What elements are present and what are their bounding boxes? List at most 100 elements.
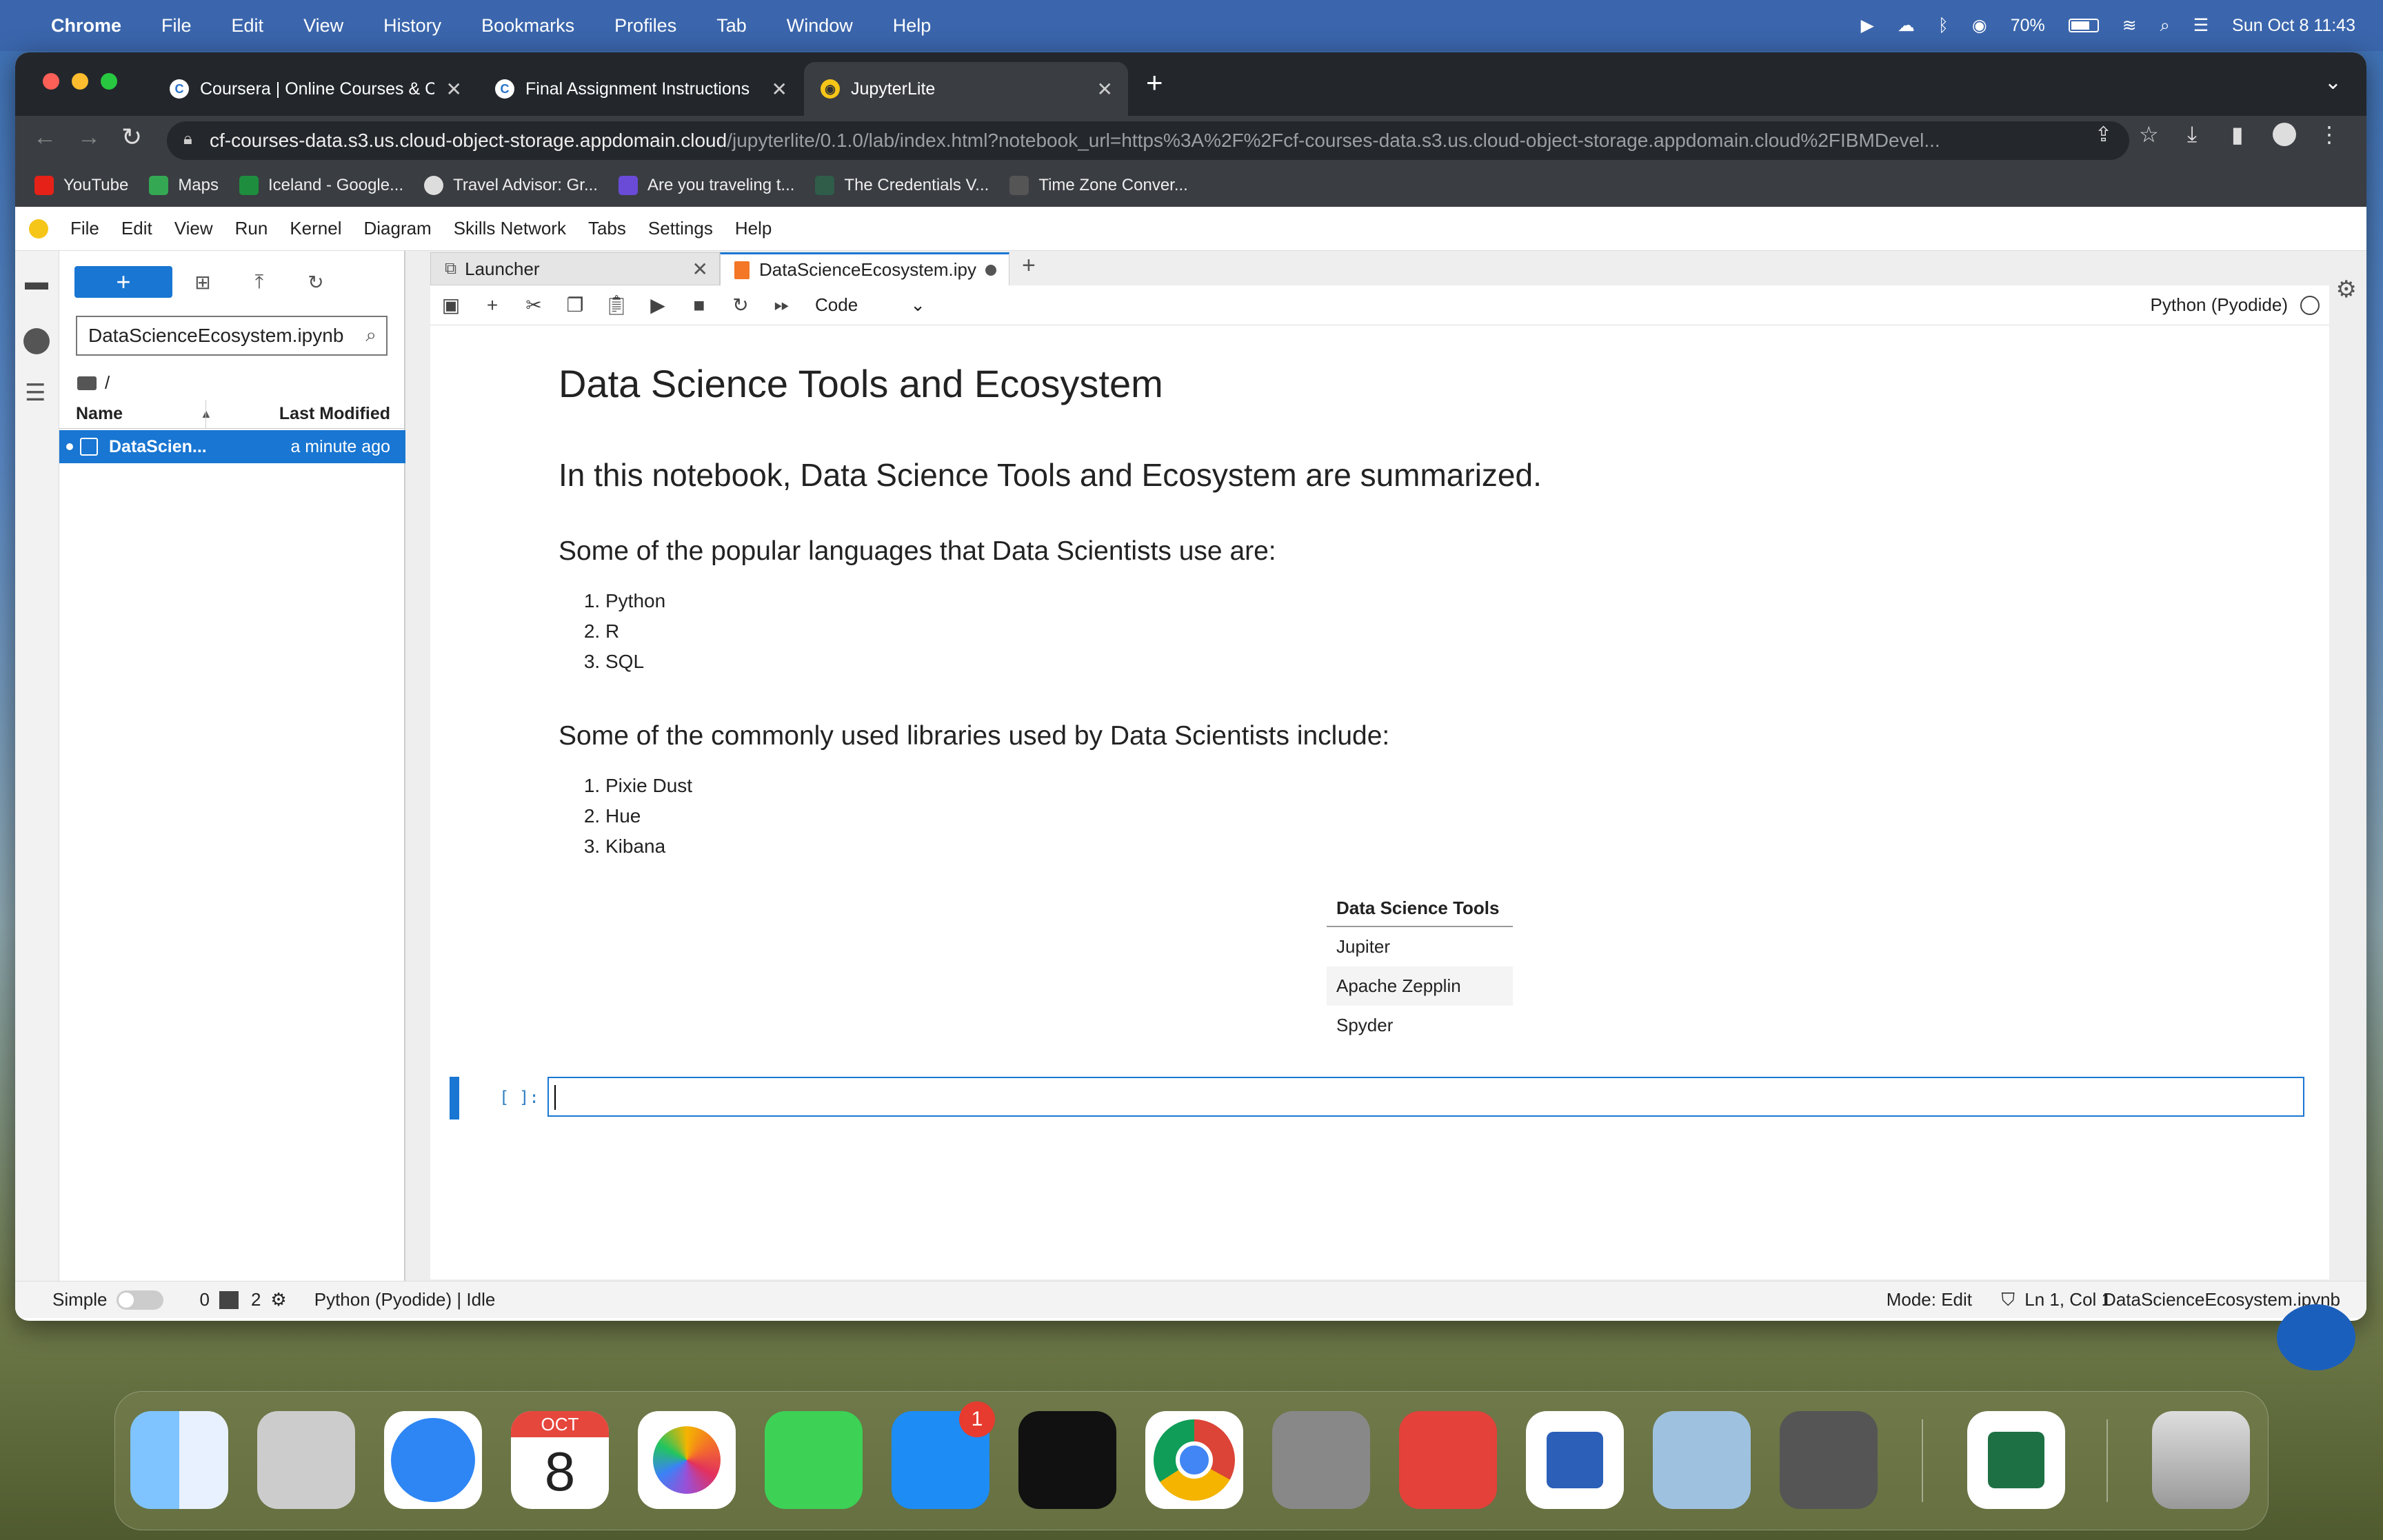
share-icon[interactable]: ⇪	[2095, 123, 2112, 147]
unsaved-dot-icon[interactable]	[985, 264, 996, 276]
minimize-window-button[interactable]	[72, 73, 88, 90]
bookmark-are-you-traveling[interactable]: Are you traveling t...	[618, 176, 794, 195]
system-settings-icon[interactable]	[1272, 1411, 1370, 1509]
bookmark-credentials[interactable]: The Credentials V...	[815, 176, 989, 195]
jmenu-help[interactable]: Help	[735, 218, 772, 239]
shield-icon[interactable]: ⛉	[2001, 1289, 2015, 1311]
more-menu-icon[interactable]: ⋮	[2318, 121, 2340, 148]
file-filter-input[interactable]: DataScienceEcosystem.ipynb ⌕	[76, 316, 388, 356]
clock[interactable]: Sun Oct 8 11:43	[2232, 16, 2355, 36]
jmenu-view[interactable]: View	[174, 218, 213, 239]
browser-tab-coursera[interactable]: C Coursera | Online Courses & C ✕	[153, 62, 477, 116]
simple-mode-toggle[interactable]	[117, 1290, 164, 1310]
jmenu-skills-network[interactable]: Skills Network	[454, 218, 566, 239]
app-store-icon[interactable]: 1	[892, 1401, 995, 1509]
calculator-icon[interactable]	[1780, 1411, 1878, 1509]
name-column-header[interactable]: Name	[76, 404, 200, 424]
finder-icon[interactable]	[130, 1411, 228, 1509]
search-icon[interactable]: ⌕	[365, 324, 376, 347]
restart-icon[interactable]: ↻	[720, 294, 761, 316]
cursor-position[interactable]: Ln 1, Col 1	[2024, 1289, 2111, 1310]
reload-icon[interactable]: ↻	[121, 123, 142, 152]
jmenu-settings[interactable]: Settings	[648, 218, 713, 239]
new-launcher-button[interactable]: +	[74, 266, 172, 298]
file-row[interactable]: DataScien... a minute ago	[59, 430, 405, 463]
property-inspector-icon[interactable]: ⚙	[2336, 276, 2357, 303]
close-tab-icon[interactable]: ✕	[692, 258, 708, 281]
spotlight-icon[interactable]: ⌕	[2160, 16, 2170, 36]
terminal-icon[interactable]	[219, 1290, 239, 1309]
insert-cell-icon[interactable]: +	[472, 294, 513, 316]
modified-column-header[interactable]: Last Modified	[279, 404, 390, 424]
trash-icon[interactable]	[2152, 1411, 2250, 1509]
kernel-name[interactable]: Python (Pyodide)	[2151, 294, 2288, 316]
menu-history[interactable]: History	[383, 15, 441, 37]
sidepanel-icon[interactable]: ▮	[2231, 121, 2244, 148]
folder-icon[interactable]: ▬	[25, 269, 48, 296]
expressvpn-icon[interactable]	[1399, 1411, 1497, 1509]
jmenu-edit[interactable]: Edit	[121, 218, 152, 239]
new-tab-button[interactable]: +	[1146, 66, 1163, 99]
bookmark-maps[interactable]: Maps	[149, 176, 219, 195]
tab-notebook[interactable]: DataScienceEcosystem.ipy	[720, 252, 1009, 285]
profile-avatar[interactable]	[2273, 123, 2296, 146]
menu-app-name[interactable]: Chrome	[51, 15, 121, 37]
word-icon[interactable]	[1526, 1411, 1624, 1509]
refresh-icon[interactable]: ↻	[295, 266, 336, 298]
facetime-icon[interactable]	[765, 1411, 863, 1509]
new-document-tab-button[interactable]: +	[1022, 252, 1036, 279]
apple-tv-icon[interactable]	[1018, 1411, 1116, 1509]
jmenu-kernel[interactable]: Kernel	[290, 218, 341, 239]
menu-bookmarks[interactable]: Bookmarks	[481, 15, 574, 37]
jmenu-run[interactable]: Run	[235, 218, 268, 239]
bookmark-star-icon[interactable]: ☆	[2139, 121, 2159, 148]
url-bar[interactable]: 🔒︎ cf-courses-data.s3.us.cloud-object-st…	[167, 121, 2129, 160]
user-icon[interactable]: ◉	[1972, 15, 1987, 36]
weather-icon[interactable]: ☁	[1898, 15, 1915, 36]
preview-icon[interactable]	[1653, 1411, 1751, 1509]
control-center-icon[interactable]: ☰	[2193, 15, 2209, 36]
tab-launcher[interactable]: ⧉ Launcher ✕	[430, 252, 720, 285]
safari-icon[interactable]	[384, 1411, 482, 1509]
forward-icon[interactable]: →	[77, 124, 101, 151]
breadcrumb-root[interactable]: /	[105, 372, 110, 394]
running-sessions-icon[interactable]	[23, 328, 50, 354]
launchpad-icon[interactable]	[257, 1411, 355, 1509]
menu-help[interactable]: Help	[893, 15, 932, 37]
gear-icon[interactable]: ⚙	[270, 1289, 286, 1310]
back-icon[interactable]: ←	[33, 124, 57, 151]
chat-bubble-icon[interactable]	[2277, 1304, 2355, 1370]
save-icon[interactable]: ▣	[430, 294, 472, 316]
tab-search-chevron-icon[interactable]: ⌄	[2324, 70, 2342, 94]
menu-window[interactable]: Window	[787, 15, 853, 37]
bookmark-iceland[interactable]: Iceland - Google...	[239, 176, 403, 195]
lock-icon[interactable]: 🔒︎	[183, 130, 192, 149]
new-folder-icon[interactable]: ⊞	[182, 266, 223, 298]
jmenu-file[interactable]: File	[70, 218, 99, 239]
excel-icon[interactable]	[1967, 1411, 2065, 1509]
upload-icon[interactable]: ⤒	[239, 266, 280, 298]
close-tab-icon[interactable]: ✕	[446, 78, 462, 101]
menu-file[interactable]: File	[161, 15, 192, 37]
bluetooth-icon[interactable]: ᛒ	[1938, 16, 1949, 36]
stop-icon[interactable]: ■	[678, 294, 720, 316]
calendar-icon[interactable]: OCT 8	[511, 1411, 609, 1509]
photos-icon[interactable]	[638, 1411, 736, 1509]
copy-icon[interactable]: ❐	[554, 294, 596, 316]
run-all-icon[interactable]: ⏩︎	[761, 294, 803, 316]
browser-tab-final-assignment[interactable]: C Final Assignment Instructions ✕	[479, 62, 803, 116]
code-cell[interactable]: [ ]:	[450, 1077, 2329, 1121]
run-icon[interactable]: ▶	[637, 294, 678, 316]
paste-icon[interactable]: 📋︎	[596, 294, 637, 316]
browser-tab-jupyterlite[interactable]: ◉ JupyterLite ✕	[804, 62, 1128, 116]
close-window-button[interactable]	[43, 73, 59, 90]
bookmark-time-zone[interactable]: Time Zone Conver...	[1009, 176, 1188, 195]
bookmark-youtube[interactable]: YouTube	[34, 176, 128, 195]
chrome-icon[interactable]	[1145, 1411, 1243, 1509]
menu-tab[interactable]: Tab	[716, 15, 747, 37]
toc-icon[interactable]: ☰	[25, 379, 46, 407]
zoom-window-button[interactable]	[101, 73, 117, 90]
menu-profiles[interactable]: Profiles	[614, 15, 676, 37]
folder-icon[interactable]	[77, 376, 97, 390]
menu-view[interactable]: View	[303, 15, 343, 37]
